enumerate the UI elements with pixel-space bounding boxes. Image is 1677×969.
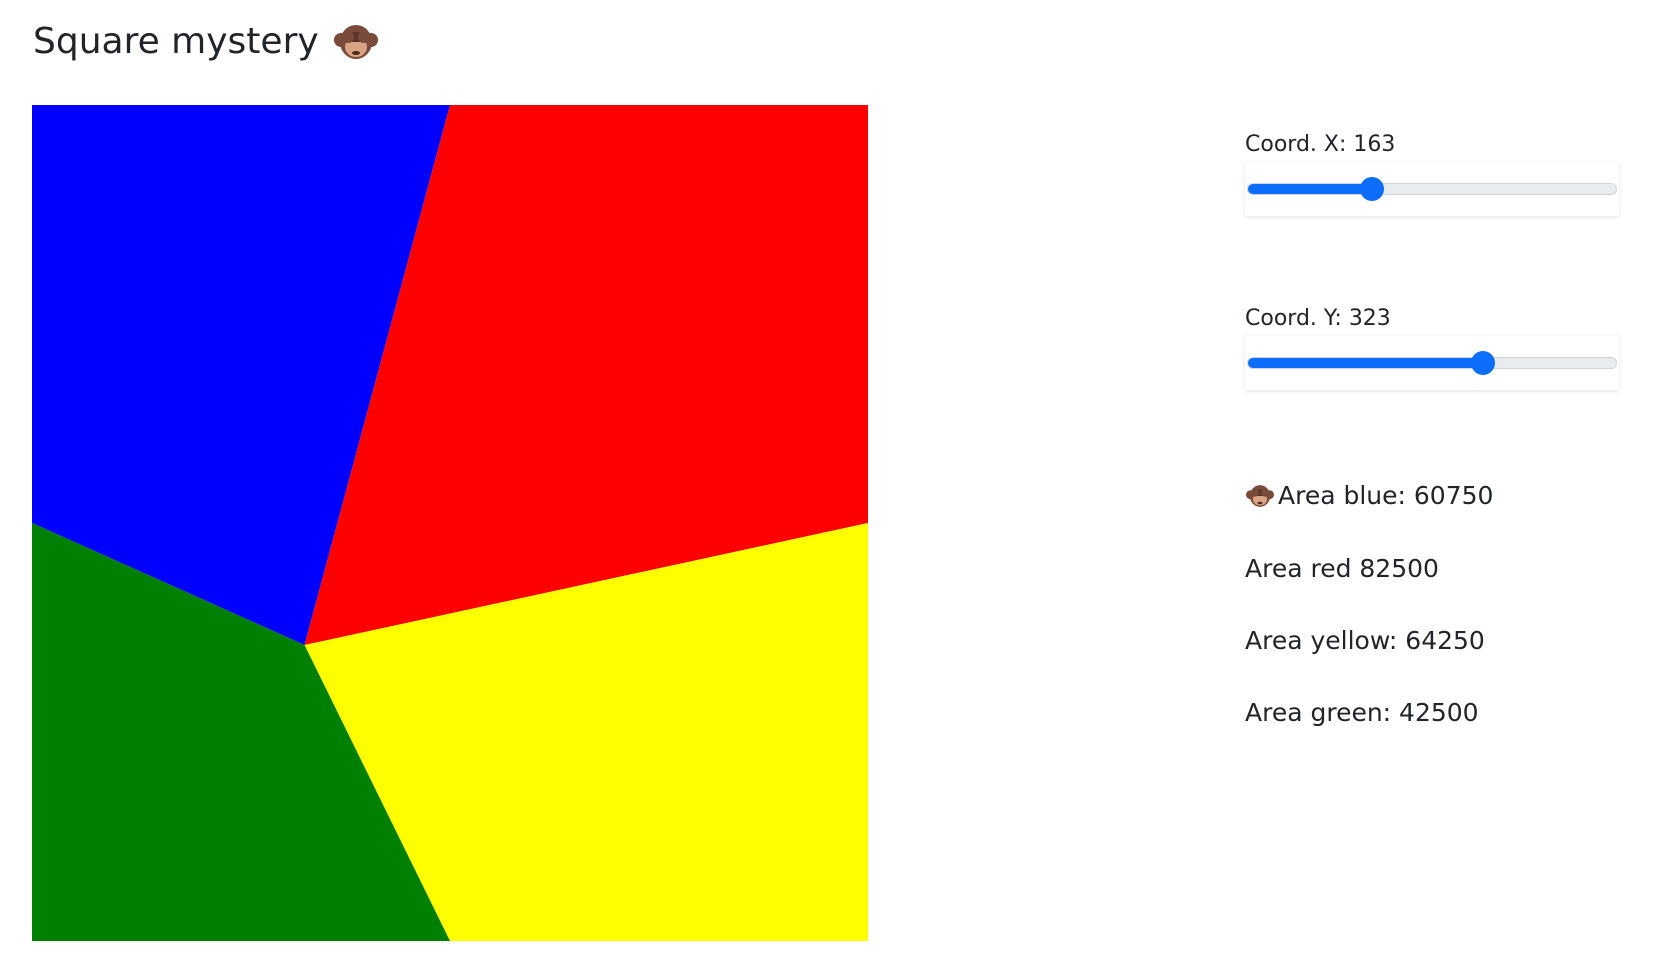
- x-slider-thumb[interactable]: [1359, 177, 1384, 201]
- page-title-text: Square mystery: [33, 21, 319, 62]
- y-slider[interactable]: [1245, 336, 1619, 390]
- y-slider-track[interactable]: [1247, 357, 1617, 369]
- y-slider-fill: [1248, 358, 1484, 368]
- x-slider-track[interactable]: [1247, 183, 1617, 195]
- page-title: Square mystery: [33, 16, 379, 68]
- area-blue-text: Area blue: 60750: [1278, 481, 1494, 510]
- y-slider-thumb[interactable]: [1470, 351, 1495, 375]
- x-slider-label: Coord. X: 163: [1245, 132, 1396, 157]
- see-no-evil-monkey-icon: [333, 25, 378, 59]
- area-red: Area red 82500: [1245, 554, 1439, 583]
- area-green: Area green: 42500: [1245, 698, 1479, 727]
- x-slider-fill: [1248, 184, 1373, 194]
- color-square[interactable]: [32, 105, 868, 941]
- area-yellow: Area yellow: 64250: [1245, 626, 1485, 655]
- area-blue: Area blue: 60750: [1245, 480, 1493, 512]
- see-no-evil-monkey-icon: [1246, 485, 1274, 507]
- y-slider-label: Coord. Y: 323: [1245, 306, 1391, 331]
- x-slider[interactable]: [1245, 162, 1619, 216]
